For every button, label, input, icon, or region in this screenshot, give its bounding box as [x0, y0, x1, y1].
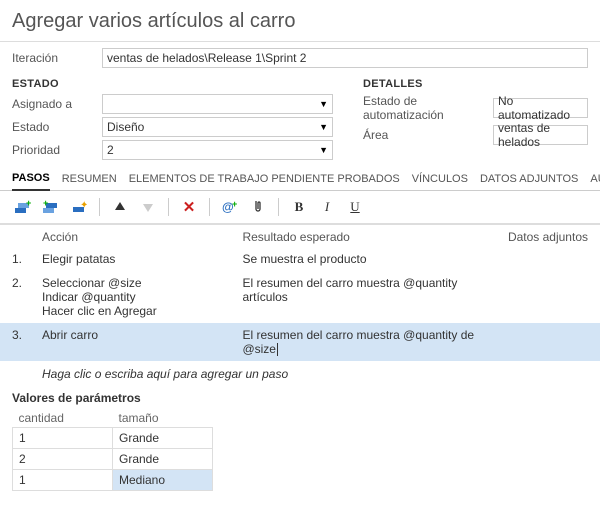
step-result[interactable]: Se muestra el producto [242, 252, 503, 266]
step-attachments [503, 252, 588, 266]
steps-grid-body: 1.Elegir patatasSe muestra el producto2.… [0, 247, 600, 361]
assigned-label: Asignado a [12, 97, 102, 111]
step-result[interactable]: El resumen del carro muestra @quantity d… [242, 328, 503, 356]
details-heading: DETALLES [363, 78, 588, 90]
priority-combo[interactable]: 2 ▼ [102, 140, 333, 160]
svg-text:✦: ✦ [80, 200, 87, 211]
svg-text:+: + [43, 200, 48, 208]
step-action[interactable]: Seleccionar @sizeIndicar @quantityHacer … [42, 276, 242, 318]
step-number: 2. [12, 276, 42, 318]
params-heading: Valores de parámetros [0, 389, 600, 409]
step-attachments [503, 276, 588, 318]
chevron-down-icon: ▼ [319, 99, 328, 109]
steps-grid-header: Acción Resultado esperado Datos adjuntos [0, 225, 600, 247]
step-result[interactable]: El resumen del carro muestra @quantity a… [242, 276, 503, 318]
svg-text:+: + [232, 200, 237, 209]
delete-step-icon[interactable]: ✕ [178, 196, 200, 218]
col-action: Acción [42, 230, 242, 244]
col-result: Resultado esperado [242, 230, 503, 244]
step-row[interactable]: 1.Elegir patatasSe muestra el producto [0, 247, 600, 271]
assigned-combo[interactable]: ▼ [102, 94, 333, 114]
param-col-0: cantidad [13, 409, 113, 428]
steps-toolbar: + + ✦ ✕ @+ B I U [0, 191, 600, 225]
insert-param-icon[interactable]: @+ [219, 196, 241, 218]
area-label: Área [363, 128, 493, 142]
iteration-input[interactable] [102, 48, 588, 68]
step-action[interactable]: Elegir patatas [42, 252, 242, 266]
step-number: 3. [12, 328, 42, 356]
priority-label: Prioridad [12, 143, 102, 157]
param-row[interactable]: 2Grande [13, 449, 213, 470]
iteration-row: Iteración [12, 48, 588, 68]
automation-label: Estado de automatización [363, 94, 493, 122]
page-title: Agregar varios artículos al carro [0, 0, 600, 42]
step-number: 1. [12, 252, 42, 266]
param-cell[interactable]: Grande [113, 449, 213, 470]
tab-resumen[interactable]: RESUMEN [62, 173, 117, 190]
italic-button[interactable]: I [316, 196, 338, 218]
toolbar-separator [168, 198, 169, 216]
step-action[interactable]: Abrir carro [42, 328, 242, 356]
chevron-down-icon: ▼ [319, 122, 328, 132]
tab-adjuntos[interactable]: DATOS ADJUNTOS [480, 173, 578, 190]
move-down-icon[interactable] [137, 196, 159, 218]
step-row[interactable]: 2.Seleccionar @sizeIndicar @quantityHace… [0, 271, 600, 323]
chevron-down-icon: ▼ [319, 145, 328, 155]
step-attachments [503, 328, 588, 356]
param-row[interactable]: 1Mediano [13, 470, 213, 491]
tab-pasos[interactable]: PASOS [12, 172, 50, 191]
param-row[interactable]: 1Grande [13, 428, 213, 449]
priority-value: 2 [107, 143, 114, 157]
param-cell[interactable]: 1 [13, 470, 113, 491]
insert-step-icon[interactable]: + [12, 196, 34, 218]
tab-vinculos[interactable]: VÍNCULOS [412, 173, 468, 190]
toolbar-separator [209, 198, 210, 216]
status-combo[interactable]: Diseño ▼ [102, 117, 333, 137]
param-cell[interactable]: Grande [113, 428, 213, 449]
toolbar-separator [99, 198, 100, 216]
step-row[interactable]: 3.Abrir carroEl resumen del carro muestr… [0, 323, 600, 361]
automation-value[interactable]: No automatizado [493, 98, 588, 118]
tab-elementos[interactable]: ELEMENTOS DE TRABAJO PENDIENTE PROBADOS [129, 173, 400, 190]
underline-button[interactable]: U [344, 196, 366, 218]
param-cell[interactable]: Mediano [113, 470, 213, 491]
param-cell[interactable]: 1 [13, 428, 113, 449]
state-heading: ESTADO [12, 78, 333, 90]
param-cell[interactable]: 2 [13, 449, 113, 470]
tab-automatizacion[interactable]: AUTOMATIZACIÓN ASOCIADA [590, 173, 600, 190]
svg-text:+: + [26, 200, 31, 208]
iteration-label: Iteración [12, 51, 102, 65]
insert-step-before-icon[interactable]: + [40, 196, 62, 218]
attachment-icon[interactable] [247, 196, 269, 218]
bold-button[interactable]: B [288, 196, 310, 218]
area-value[interactable]: ventas de helados [493, 125, 588, 145]
move-up-icon[interactable] [109, 196, 131, 218]
params-table: cantidad tamaño 1Grande2Grande1Mediano [12, 409, 213, 491]
insert-shared-step-icon[interactable]: ✦ [68, 196, 90, 218]
add-step-placeholder[interactable]: Haga clic o escriba aquí para agregar un… [0, 361, 600, 389]
status-label: Estado [12, 120, 102, 134]
col-attachments: Datos adjuntos [503, 230, 588, 244]
tabs: PASOS RESUMEN ELEMENTOS DE TRABAJO PENDI… [0, 167, 600, 191]
status-value: Diseño [107, 120, 144, 134]
param-col-1: tamaño [113, 409, 213, 428]
toolbar-separator [278, 198, 279, 216]
